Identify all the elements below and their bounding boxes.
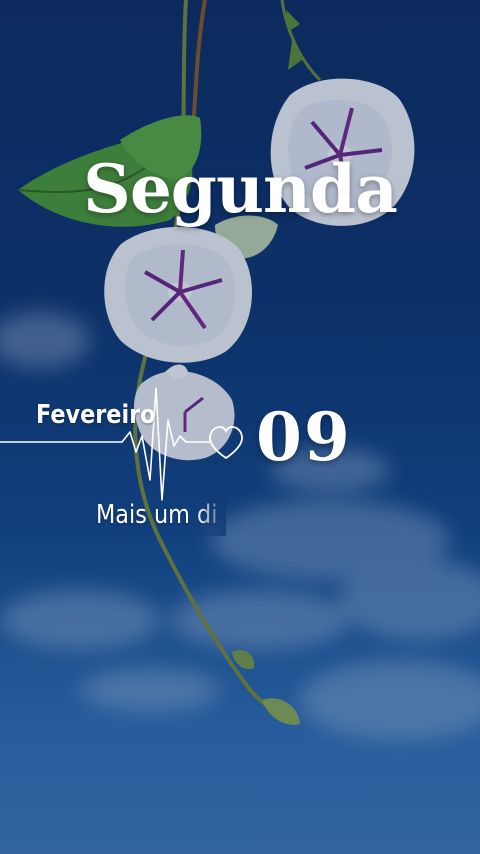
weekday-title: Segunda (83, 150, 398, 228)
month-label: Fevereiro (36, 400, 156, 430)
heart-icon (209, 426, 243, 460)
story-canvas: Segunda Fevereiro 09 Mais um di (0, 0, 480, 854)
tagline-fade (196, 496, 226, 536)
day-number: 09 (256, 398, 352, 476)
